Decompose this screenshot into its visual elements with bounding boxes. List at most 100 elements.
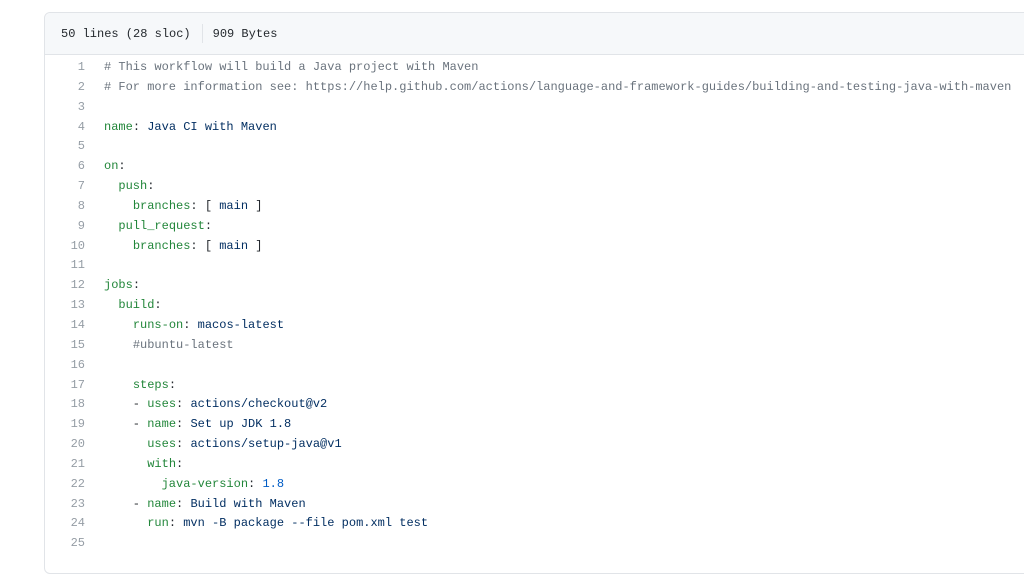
code-line: 12 jobs: — [45, 276, 1024, 296]
code-token-key: branches — [132, 198, 191, 213]
code-token-plain: : — [154, 298, 162, 313]
line-number[interactable]: 25 — [45, 534, 85, 554]
code-token-plain: : — [132, 119, 148, 134]
code-line: 5 — [45, 137, 1024, 157]
line-number[interactable]: 18 — [45, 395, 85, 415]
code-token-key: uses — [147, 397, 177, 412]
code-line: 7 push: — [45, 177, 1024, 197]
code-token-key: on — [104, 159, 119, 174]
line-number[interactable]: 8 — [45, 197, 85, 217]
code-token-plain: ] — [248, 238, 263, 253]
line-code: uses: actions/setup-java@v1 — [85, 435, 341, 455]
line-code: branches: [ main ] — [85, 197, 263, 217]
line-number[interactable]: 16 — [45, 356, 85, 376]
line-number[interactable]: 11 — [45, 256, 85, 276]
code-token-key: java-version — [161, 476, 249, 491]
code-line: 3 — [45, 98, 1024, 118]
line-number[interactable]: 12 — [45, 276, 85, 296]
line-number[interactable]: 6 — [45, 157, 85, 177]
code-line: 6 on: — [45, 157, 1024, 177]
line-code: - name: Set up JDK 1.8 — [85, 415, 291, 435]
code-token-comment: # For more information see: https://help… — [104, 79, 1012, 94]
code-token-key: name — [104, 119, 133, 134]
line-code: runs-on: macos-latest — [85, 316, 284, 336]
line-number[interactable]: 9 — [45, 217, 85, 237]
code-token-val: macos-latest — [197, 317, 285, 332]
code-token-plain: : — [248, 476, 263, 491]
code-token-val: mvn -B package --file pom.xml test — [183, 516, 429, 531]
code-token-plain: - — [104, 397, 148, 412]
code-line: 23 - name: Build with Maven — [45, 495, 1024, 515]
line-code: steps: — [85, 376, 176, 396]
code-token-plain: : — [204, 218, 213, 233]
line-code: - uses: actions/checkout@v2 — [85, 395, 327, 415]
line-code: run: mvn -B package --file pom.xml test — [85, 514, 428, 534]
code-line: 9 pull_request: — [45, 217, 1024, 237]
line-number[interactable]: 20 — [45, 435, 85, 455]
code-body: 1 # This workflow will build a Java proje… — [45, 55, 1024, 554]
line-number[interactable]: 13 — [45, 296, 85, 316]
code-line: 17 steps: — [45, 376, 1024, 396]
code-token-plain: : — [147, 179, 155, 194]
line-number[interactable]: 14 — [45, 316, 85, 336]
line-code: branches: [ main ] — [85, 237, 263, 257]
line-code: # For more information see: https://help… — [85, 78, 1011, 98]
line-number[interactable]: 21 — [45, 455, 85, 475]
code-line: 10 branches: [ main ] — [45, 237, 1024, 257]
line-number[interactable]: 10 — [45, 237, 85, 257]
code-token-key: runs-on — [132, 317, 184, 332]
line-number[interactable]: 2 — [45, 78, 85, 98]
code-token-plain: : — [176, 417, 191, 432]
code-token-plain: : — [168, 377, 177, 392]
code-token-comment: # This workflow will build a Java projec… — [104, 60, 479, 74]
code-line: 22 java-version: 1.8 — [45, 475, 1024, 495]
line-code: build: — [85, 296, 162, 316]
code-token-val: main — [219, 238, 249, 253]
code-token-key: name — [147, 496, 177, 511]
line-number[interactable]: 24 — [45, 514, 85, 534]
line-number[interactable]: 5 — [45, 137, 85, 157]
line-code: name: Java CI with Maven — [85, 118, 277, 138]
code-token-plain: : — [118, 159, 126, 174]
line-number[interactable]: 7 — [45, 177, 85, 197]
code-token-val: main — [219, 198, 249, 213]
code-token-plain: : — [183, 317, 198, 332]
line-number[interactable]: 15 — [45, 336, 85, 356]
line-number[interactable]: 19 — [45, 415, 85, 435]
line-code: - name: Build with Maven — [85, 495, 306, 515]
code-token-key: run — [147, 516, 169, 531]
code-token-key: steps — [132, 377, 169, 392]
line-number[interactable]: 22 — [45, 475, 85, 495]
code-token-key: name — [147, 417, 177, 432]
line-number[interactable]: 17 — [45, 376, 85, 396]
line-number[interactable]: 23 — [45, 495, 85, 515]
code-token-val: Build with Maven — [190, 496, 306, 511]
divider — [201, 24, 203, 43]
line-code: #ubuntu-latest — [85, 336, 234, 356]
code-line: 24 run: mvn -B package --file pom.xml te… — [45, 514, 1024, 534]
code-token-val: Java CI with Maven — [147, 119, 277, 134]
code-token-key: build — [118, 298, 155, 313]
line-number[interactable]: 1 — [45, 58, 85, 78]
line-number[interactable]: 3 — [45, 98, 85, 118]
code-token-val: actions/checkout@v2 — [190, 397, 328, 412]
line-count: 50 lines (28 sloc) — [61, 26, 191, 41]
code-token-plain: : — [132, 278, 141, 293]
code-line: 15 #ubuntu-latest — [45, 336, 1024, 356]
code-token-key: with — [147, 456, 177, 471]
code-line: 8 branches: [ main ] — [45, 197, 1024, 217]
file-size: 909 Bytes — [212, 26, 278, 41]
code-line: 14 runs-on: macos-latest — [45, 316, 1024, 336]
code-token-plain: : — [168, 516, 184, 531]
code-line: 21 with: — [45, 455, 1024, 475]
line-number[interactable]: 4 — [45, 118, 85, 138]
